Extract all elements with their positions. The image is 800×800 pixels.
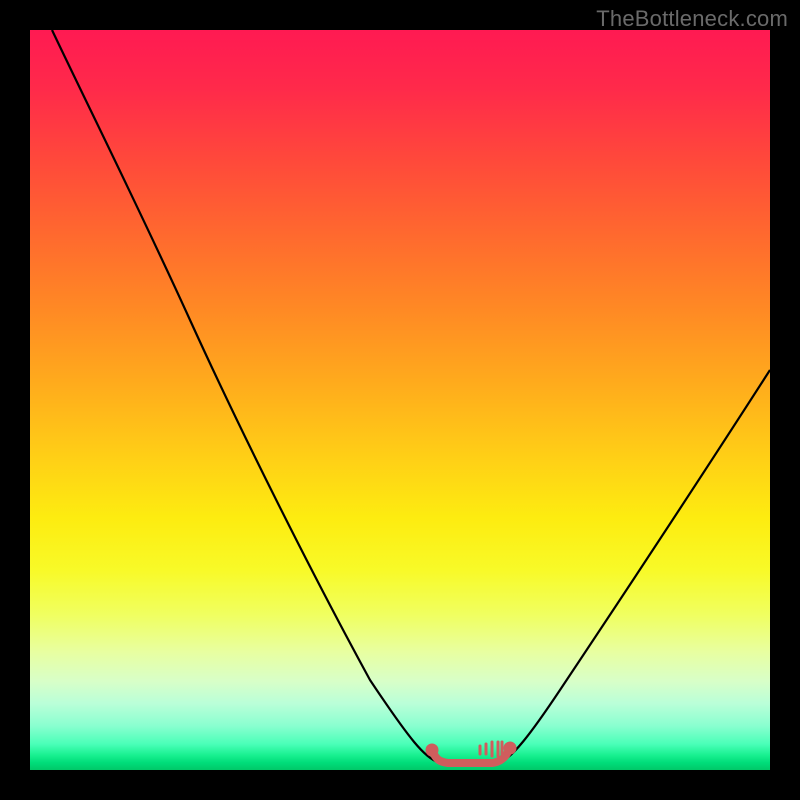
chart-container: TheBottleneck.com [0,0,800,800]
optimal-range-marker [428,742,514,763]
plot-area [30,30,770,770]
watermark-text: TheBottleneck.com [596,6,788,32]
bottleneck-curve [52,30,770,762]
chart-svg [30,30,770,770]
